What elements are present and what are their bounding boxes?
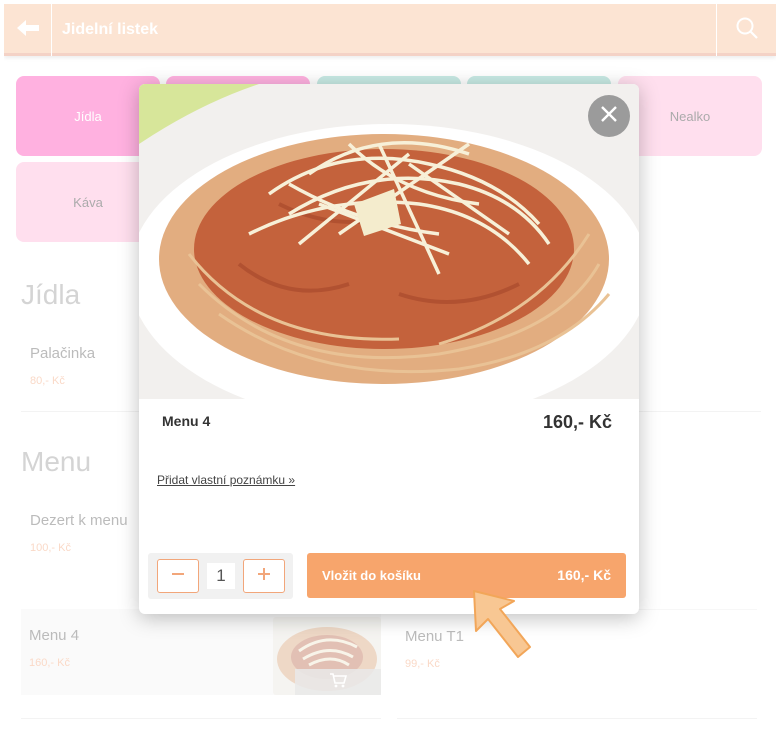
close-button[interactable] <box>588 95 630 137</box>
quantity-value[interactable]: 1 <box>207 563 235 589</box>
add-to-cart-price: 160,- Kč <box>557 567 611 583</box>
app-frame: Jidelní listek Jídla Nealko Káva Jídla P… <box>4 4 776 726</box>
close-icon <box>600 105 618 128</box>
product-name: Menu 4 <box>162 413 211 429</box>
quantity-stepper: 1 <box>148 553 293 599</box>
product-image <box>139 84 639 424</box>
minus-icon <box>171 567 185 586</box>
increase-quantity-button[interactable] <box>243 559 285 593</box>
add-note-link[interactable]: Přidat vlastní poznámku » <box>157 473 295 487</box>
product-detail-modal: Menu 4 160,- Kč Přidat vlastní poznámku … <box>139 84 639 614</box>
decrease-quantity-button[interactable] <box>157 559 199 593</box>
pointer-arrow-icon <box>470 587 534 668</box>
product-price: 160,- Kč <box>542 412 612 432</box>
plus-icon <box>257 567 271 586</box>
add-to-cart-button[interactable]: Vložit do košíku 160,- Kč <box>307 553 626 598</box>
add-to-cart-label: Vložit do košíku <box>322 568 421 583</box>
